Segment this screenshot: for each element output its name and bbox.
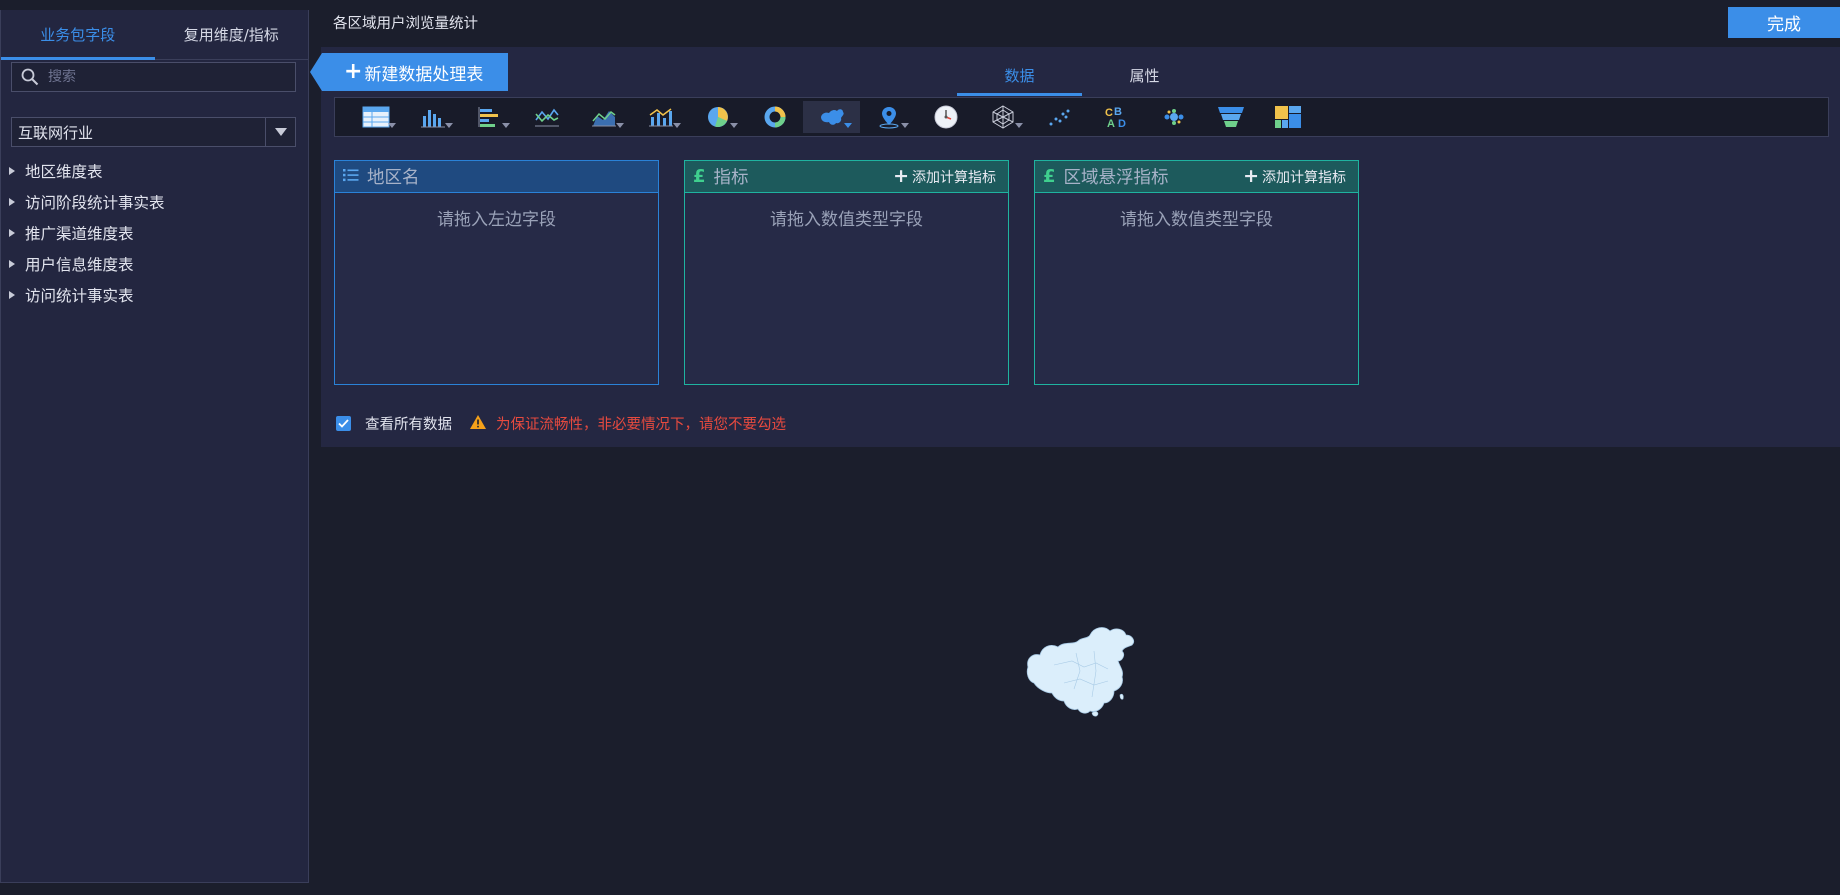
dropdown-caret-icon[interactable] <box>844 123 852 128</box>
region-title: 地区名 <box>367 168 420 188</box>
add-calculated-metric-button[interactable]: + 添加计算指标 <box>1243 167 1346 187</box>
dropdown-caret-icon[interactable] <box>445 123 453 128</box>
tree-item-label: 地区维度表 <box>25 162 103 181</box>
plus-icon: + <box>1243 165 1259 187</box>
add-calculated-metric-button[interactable]: + 添加计算指标 <box>893 167 996 187</box>
search-input[interactable] <box>48 69 295 85</box>
region-title: 区域悬浮指标 <box>1063 168 1169 188</box>
region-header: 地区名 <box>335 161 658 193</box>
new-table-label: 新建数据处理表 <box>364 64 484 85</box>
dropdown-caret-icon[interactable] <box>616 123 624 128</box>
region-title: 指标 <box>713 168 749 188</box>
donut-chart-icon[interactable] <box>746 101 803 133</box>
metric-dropzone[interactable]: £ 指标 + 添加计算指标 请拖入数值类型字段 <box>684 160 1009 385</box>
tree-item-label: 用户信息维度表 <box>25 255 134 274</box>
tab-properties[interactable]: 属性 <box>1082 54 1207 96</box>
svg-text:D: D <box>1118 118 1126 129</box>
table-tree: 地区维度表 访问阶段统计事实表 推广渠道维度表 用户信息维度表 访问统计事实表 <box>1 155 308 310</box>
region-header: £ 区域悬浮指标 + 添加计算指标 <box>1035 161 1358 193</box>
china-map-preview <box>1024 625 1144 721</box>
dropdown-caret-icon[interactable] <box>901 123 909 128</box>
plus-icon: + <box>893 165 909 187</box>
search-box <box>11 62 296 92</box>
caret-right-icon[interactable] <box>9 290 15 299</box>
dropdown-caret-icon[interactable] <box>1015 123 1023 128</box>
dropdown-caret-icon[interactable] <box>388 123 396 128</box>
view-all-checkbox[interactable] <box>336 416 351 431</box>
tree-item-label: 访问统计事实表 <box>25 286 134 305</box>
plus-icon: + <box>344 59 363 84</box>
tab-reuse-dimensions[interactable]: 复用维度/指标 <box>155 10 309 59</box>
dropdown-caret-icon[interactable] <box>502 123 510 128</box>
region-hint: 请拖入左边字段 <box>437 210 556 230</box>
bar-chart-icon[interactable] <box>404 101 461 133</box>
funnel-chart-icon[interactable] <box>1202 101 1259 133</box>
region-hint: 请拖入数值类型字段 <box>770 210 923 230</box>
combo-chart-icon[interactable] <box>632 101 689 133</box>
page-title: 各区域用户浏览量统计 <box>333 16 478 32</box>
line-chart-icon[interactable] <box>518 101 575 133</box>
caret-right-icon[interactable] <box>9 259 15 268</box>
tree-item[interactable]: 访问阶段统计事实表 <box>1 186 308 217</box>
panel-tabs: 数据 属性 <box>957 54 1207 96</box>
add-metric-label: 添加计算指标 <box>912 169 996 186</box>
region-header: £ 指标 + 添加计算指标 <box>685 161 1008 193</box>
area-chart-icon[interactable] <box>575 101 632 133</box>
tree-item[interactable]: 推广渠道维度表 <box>1 217 308 248</box>
chevron-down-icon[interactable] <box>265 118 295 146</box>
caret-right-icon[interactable] <box>9 166 15 175</box>
horizontal-bar-icon[interactable] <box>461 101 518 133</box>
radar-chart-icon[interactable] <box>974 101 1031 133</box>
add-metric-label: 添加计算指标 <box>1262 169 1346 186</box>
chart-type-toolbar: CBAD <box>334 97 1829 137</box>
word-cloud-icon[interactable]: CBAD <box>1088 101 1145 133</box>
table-chart-icon[interactable] <box>347 101 404 133</box>
caret-right-icon[interactable] <box>9 197 15 206</box>
done-button[interactable]: 完成 <box>1728 7 1840 38</box>
industry-select[interactable]: 互联网行业 <box>11 117 296 147</box>
tab-data[interactable]: 数据 <box>957 54 1082 96</box>
scatter-chart-icon[interactable] <box>1031 101 1088 133</box>
region-map-icon[interactable] <box>803 101 860 133</box>
pound-icon: £ <box>1043 165 1056 187</box>
warning-icon <box>470 414 486 433</box>
region-hint: 请拖入数值类型字段 <box>1120 210 1273 230</box>
gauge-chart-icon[interactable] <box>917 101 974 133</box>
search-icon <box>12 68 48 86</box>
list-icon <box>343 167 359 186</box>
field-sidebar: 业务包字段 复用维度/指标 互联网行业 地区维度表 访问阶段统计事实表 推广渠道… <box>0 10 309 883</box>
dropdown-caret-icon[interactable] <box>673 123 681 128</box>
pie-chart-icon[interactable] <box>689 101 746 133</box>
treemap-chart-icon[interactable] <box>1259 101 1316 133</box>
industry-value: 互联网行业 <box>18 123 94 142</box>
tree-item[interactable]: 地区维度表 <box>1 155 308 186</box>
caret-right-icon[interactable] <box>9 228 15 237</box>
tree-item[interactable]: 访问统计事实表 <box>1 279 308 310</box>
view-all-row: 查看所有数据 为保证流畅性，非必要情况下，请您不要勾选 <box>336 413 786 434</box>
hover-metric-dropzone[interactable]: £ 区域悬浮指标 + 添加计算指标 请拖入数值类型字段 <box>1034 160 1359 385</box>
point-map-icon[interactable] <box>860 101 917 133</box>
dropdown-caret-icon[interactable] <box>730 123 738 128</box>
view-all-label: 查看所有数据 <box>365 417 452 433</box>
svg-text:A: A <box>1107 118 1115 129</box>
sidebar-tabs: 业务包字段 复用维度/指标 <box>1 10 308 60</box>
tab-business-package-fields[interactable]: 业务包字段 <box>1 10 155 60</box>
performance-warning: 为保证流畅性，非必要情况下，请您不要勾选 <box>496 417 786 433</box>
tree-item[interactable]: 用户信息维度表 <box>1 248 308 279</box>
bubble-chart-icon[interactable] <box>1145 101 1202 133</box>
tree-item-label: 访问阶段统计事实表 <box>25 193 165 212</box>
region-field-dropzone[interactable]: 地区名 请拖入左边字段 <box>334 160 659 385</box>
svg-text:B: B <box>1114 106 1122 118</box>
new-data-table-button[interactable]: + 新建数据处理表 <box>310 53 508 91</box>
tree-item-label: 推广渠道维度表 <box>25 224 134 243</box>
pound-icon: £ <box>693 165 706 187</box>
